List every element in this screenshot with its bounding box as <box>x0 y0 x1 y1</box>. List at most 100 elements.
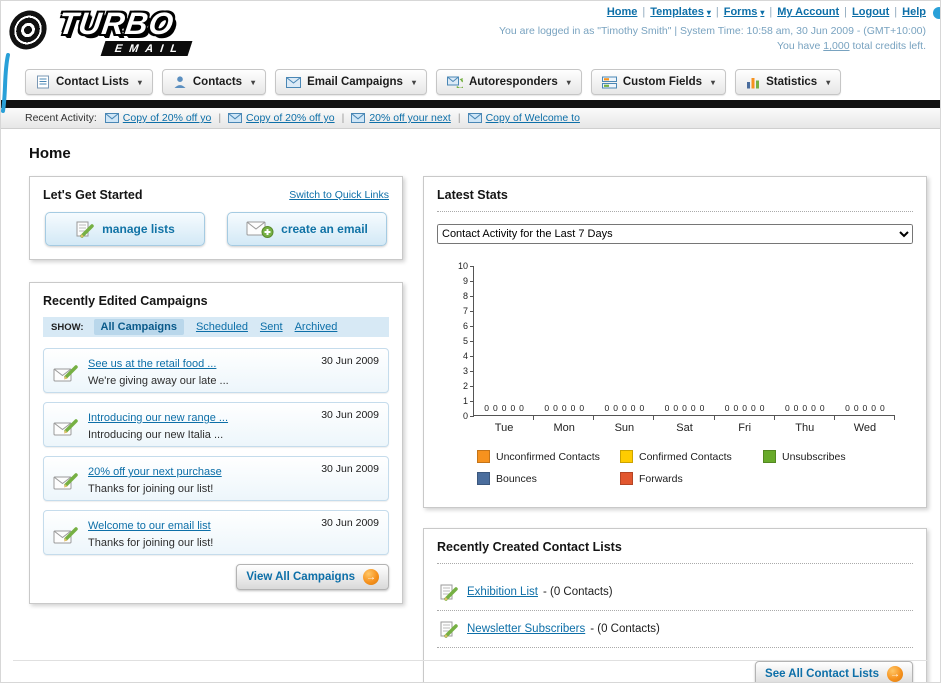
app-logo[interactable]: TURBO EMAIL <box>6 5 193 57</box>
legend-swatch <box>763 450 776 463</box>
recent-activity-link[interactable]: 20% off your next <box>369 112 451 124</box>
filter-tab-archived[interactable]: Archived <box>295 321 338 333</box>
dashboard-columns: Let's Get Started Switch to Quick Links … <box>29 176 927 682</box>
top-link-forms[interactable]: Forms ▾ <box>724 6 765 18</box>
bar-value: 0 <box>699 403 705 413</box>
contact-list-link[interactable]: Exhibition List <box>467 586 538 598</box>
show-label: SHOW: <box>51 321 84 333</box>
nav-tab-custom-fields[interactable]: Custom Fields ▾ <box>590 69 727 95</box>
y-axis-tick <box>470 416 474 417</box>
edit-campaign-icon <box>53 357 79 387</box>
campaign-title-link[interactable]: Introducing our new range ... <box>88 412 228 424</box>
chart-group: 0 0 0 0 0 Fri <box>715 266 775 434</box>
contact-lists-footer: See All Contact Lists → <box>437 661 913 682</box>
bar-value: 0 <box>561 403 567 413</box>
bar-value: 0 <box>604 403 610 413</box>
campaign-date: 30 Jun 2009 <box>321 517 379 529</box>
bar-value-labels: 00000 <box>775 403 835 413</box>
credits-prefix: You have <box>776 40 824 52</box>
y-axis-label: 0 <box>462 411 468 421</box>
bar-value: 0 <box>553 403 558 413</box>
filter-tab-scheduled[interactable]: Scheduled <box>196 321 248 333</box>
nav-tab-contact-lists[interactable]: Contact Lists ▾ <box>25 69 153 95</box>
chevron-down-icon: ▾ <box>566 77 571 87</box>
y-axis-label: 4 <box>462 351 468 361</box>
envelope-small-icon <box>104 113 119 123</box>
chart-groups: 0 0 0 0 0 Tue 0 0 0 0 0 Mon 0 0 0 0 0 Sun 0 0 0 0 0 Sat 0 0 0 0 0 Fri… <box>474 266 895 434</box>
y-axis-label: 10 <box>457 261 468 271</box>
statistics-icon <box>746 76 760 89</box>
manage-lists-button[interactable]: manage lists <box>45 212 205 246</box>
chevron-down-icon: ▾ <box>706 8 711 17</box>
bar-value: 0 <box>690 403 696 413</box>
divider <box>437 211 913 212</box>
contact-list-count: - (0 Contacts) <box>542 586 613 598</box>
top-links: Home | Templates ▾ | Forms ▾ | My Account | Logout… <box>499 6 926 18</box>
contact-list-item: Newsletter Subscribers - (0 Contacts) <box>437 611 913 648</box>
bar-value: 0 <box>751 403 756 413</box>
latest-stats-title: Latest Stats <box>437 188 508 202</box>
create-email-button[interactable]: create an email <box>227 212 387 246</box>
campaign-subtitle: Thanks for joining our list! <box>88 537 214 549</box>
filter-tab-sent[interactable]: Sent <box>260 321 283 333</box>
top-link-home[interactable]: Home <box>607 6 638 18</box>
create-email-label: create an email <box>281 222 368 236</box>
campaign-title-link[interactable]: 20% off your next purchase <box>88 466 222 478</box>
credits-value-link[interactable]: 1,000 <box>823 40 849 52</box>
y-axis-label: 9 <box>462 276 468 286</box>
campaign-text: 20% off your next purchase Thanks for joi… <box>88 462 312 495</box>
recent-activity-link[interactable]: Copy of Welcome to <box>486 112 580 124</box>
stats-range-select[interactable]: Contact Activity for the Last 7 Days <box>437 224 913 244</box>
nav-tab-label: Email Campaigns <box>307 76 403 88</box>
top-link-my-account[interactable]: My Account <box>777 6 839 18</box>
y-axis-label: 8 <box>462 291 468 301</box>
bar-value-labels: 00000 <box>715 403 775 413</box>
campaign-list: See us at the retail food ... We're givin… <box>43 348 389 555</box>
contact-list-link[interactable]: Newsletter Subscribers <box>467 623 585 635</box>
bar-value: 0 <box>759 403 765 413</box>
x-axis-label: Sat <box>676 422 693 434</box>
recent-activity-label: Recent Activity: <box>25 112 97 124</box>
bar-value: 0 <box>819 403 825 413</box>
filter-tab-all-campaigns[interactable]: All Campaigns <box>93 319 184 335</box>
campaign-title-link[interactable]: Welcome to our email list <box>88 520 211 532</box>
nav-tab-email-campaigns[interactable]: Email Campaigns ▾ <box>275 69 427 95</box>
x-axis-tick <box>833 416 835 420</box>
x-axis-tick <box>773 416 775 420</box>
recent-activity-link[interactable]: Copy of 20% off yo <box>123 112 212 124</box>
page: TURBO EMAIL Home | Templates ▾ | Forms ▾ | My Ac… <box>0 0 941 683</box>
bar-value-labels: 00000 <box>835 403 895 413</box>
campaign-title-link[interactable]: See us at the retail food ... <box>88 358 216 370</box>
nav-tab-contacts[interactable]: Contacts ▾ <box>161 69 267 95</box>
bar-value: 0 <box>664 403 670 413</box>
top-link-templates[interactable]: Templates ▾ <box>650 6 711 18</box>
chart-group: 0 0 0 0 0 Wed <box>835 266 895 434</box>
login-info: You are logged in as "Timothy Smith" | S… <box>499 25 926 37</box>
recent-activity-link[interactable]: Copy of 20% off yo <box>246 112 335 124</box>
switch-quick-links-link[interactable]: Switch to Quick Links <box>289 189 389 201</box>
nav-tab-autoresponders[interactable]: Autoresponders ▾ <box>435 69 582 95</box>
activity-separator: | <box>457 112 461 124</box>
left-column: Let's Get Started Switch to Quick Links … <box>29 176 403 604</box>
nav-tab-label: Autoresponders <box>468 76 558 88</box>
see-all-contact-lists-label: See All Contact Lists <box>765 668 879 680</box>
top-link-help[interactable]: Help <box>902 6 926 18</box>
bar-value: 0 <box>793 403 799 413</box>
legend-swatch <box>477 450 490 463</box>
manage-lists-label: manage lists <box>102 222 175 236</box>
nav-tab-label: Statistics <box>766 76 818 88</box>
view-all-campaigns-button[interactable]: View All Campaigns → <box>236 564 389 590</box>
credits-suffix: total credits left. <box>849 40 926 52</box>
campaign-text: Welcome to our email list Thanks for join… <box>88 516 312 549</box>
envelope-small-icon <box>351 113 366 123</box>
bar-value: 0 <box>673 403 679 413</box>
x-axis-tick <box>893 416 895 420</box>
nav-tab-statistics[interactable]: Statistics ▾ <box>735 69 842 95</box>
top-link-logout[interactable]: Logout <box>852 6 889 18</box>
pencil-page-icon <box>439 619 459 639</box>
campaign-filter-tabs: All Campaigns Scheduled Sent Archived <box>93 319 338 335</box>
see-all-contact-lists-button[interactable]: See All Contact Lists → <box>755 661 913 682</box>
bar-value: 0 <box>802 403 808 413</box>
bar-value: 0 <box>880 403 885 413</box>
latest-stats-panel: Latest Stats Contact Activity for the La… <box>423 176 927 508</box>
